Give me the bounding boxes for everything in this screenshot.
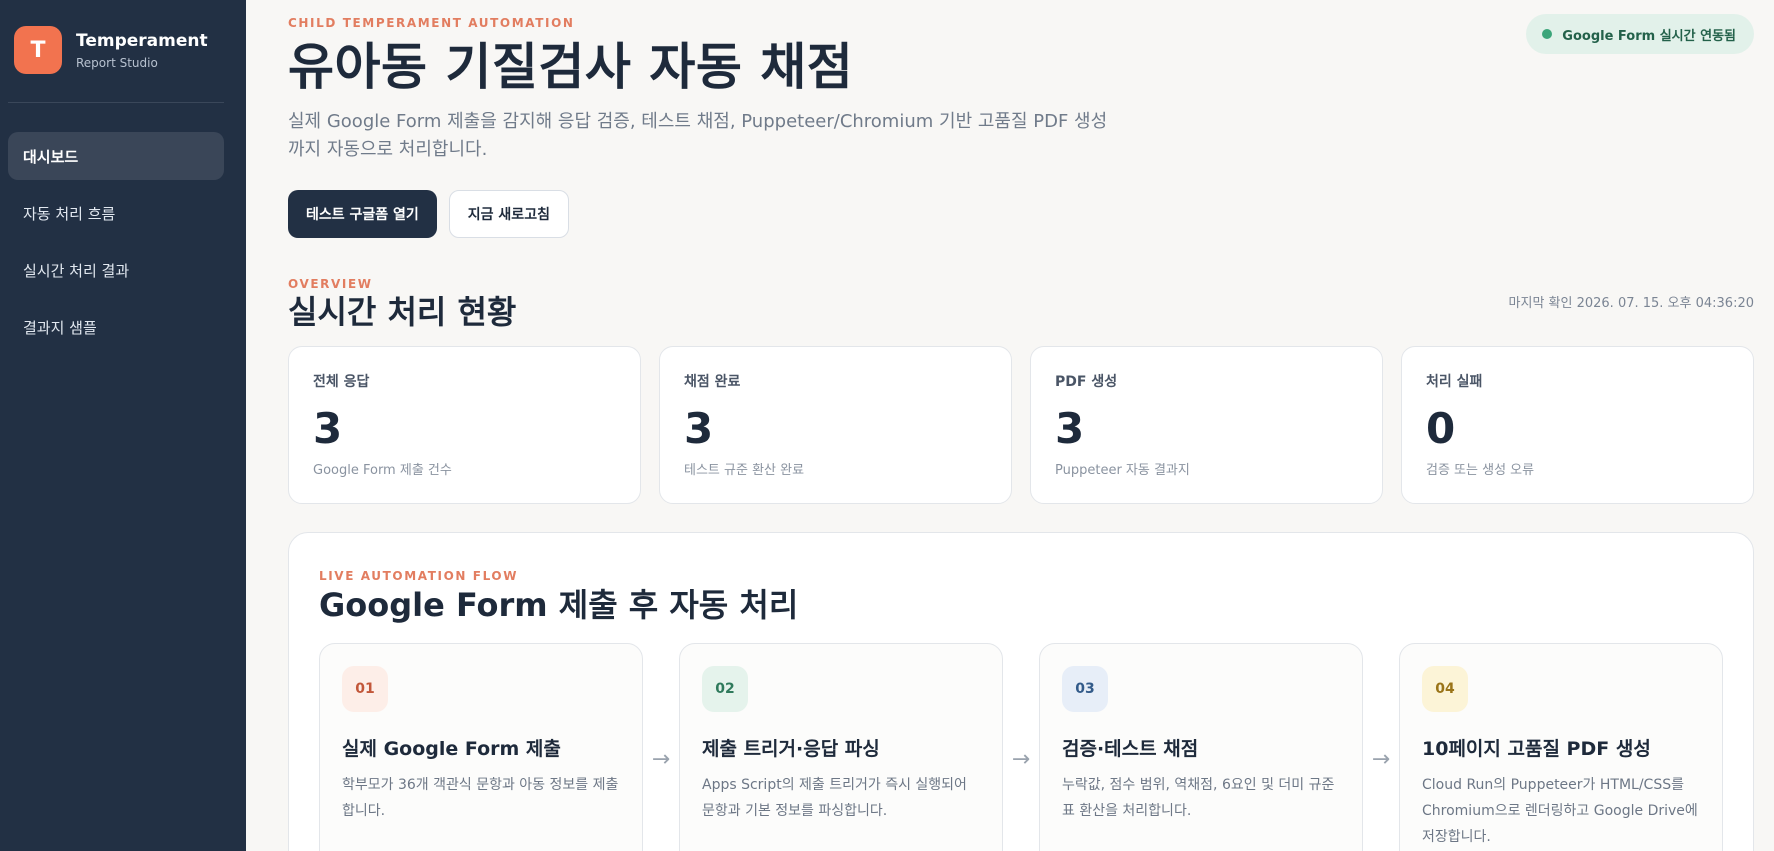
step-number: 02 — [702, 666, 748, 712]
status-badge-label: Google Form 실시간 연동됨 — [1562, 28, 1736, 44]
hero-description: 실제 Google Form 제출을 감지해 응답 검증, 테스트 채점, Pu… — [288, 111, 1108, 160]
flow-step-4: 04 10페이지 고품질 PDF 생성 Cloud Run의 Puppeteer… — [1399, 643, 1723, 851]
brand-text: Temperament Report Studio — [76, 30, 208, 70]
sidebar-item-dashboard[interactable]: 대시보드 — [8, 132, 224, 180]
step-number: 04 — [1422, 666, 1468, 712]
step-title: 검증·테스트 채점 — [1062, 738, 1199, 760]
page-title: 유아동 기질검사 자동 채점 — [288, 38, 854, 96]
overview-title: 실시간 처리 현황 — [288, 293, 517, 331]
open-test-form-button[interactable]: 테스트 구글폼 열기 — [288, 190, 437, 238]
hero-eyebrow: CHILD TEMPERAMENT AUTOMATION — [288, 16, 575, 30]
status-badge: Google Form 실시간 연동됨 — [1526, 14, 1754, 54]
sidebar-divider — [8, 102, 224, 103]
stat-label: 채점 완료 — [684, 374, 741, 390]
step-number: 01 — [342, 666, 388, 712]
flow-title: Google Form 제출 후 자동 처리 — [319, 586, 799, 624]
flow-step-2: 02 제출 트리거·응답 파싱 Apps Script의 제출 트리거가 즉시 … — [679, 643, 1003, 851]
brand-subtitle: Report Studio — [76, 56, 158, 70]
brand[interactable]: T Temperament Report Studio — [14, 26, 208, 74]
sidebar-nav: 대시보드 자동 처리 흐름 실시간 처리 결과 결과지 샘플 — [8, 132, 224, 360]
automation-flow-card: LIVE AUTOMATION FLOW Google Form 제출 후 자동… — [288, 532, 1754, 851]
arrow-right-icon: → — [1011, 747, 1031, 772]
step-title: 실제 Google Form 제출 — [342, 738, 561, 760]
brand-name: Temperament — [76, 31, 208, 51]
flow-step-1: 01 실제 Google Form 제출 학부모가 36개 객관식 문항과 아동… — [319, 643, 643, 851]
stat-caption: Google Form 제출 건수 — [313, 463, 452, 478]
stat-label: 전체 응답 — [313, 374, 370, 390]
stat-caption: 테스트 규준 환산 완료 — [684, 463, 805, 478]
stat-value: 0 — [1426, 404, 1456, 453]
stat-value: 3 — [1055, 404, 1085, 453]
step-description: 학부모가 36개 객관식 문항과 아동 정보를 제출합니다. — [342, 777, 619, 819]
sidebar-item-report-sample[interactable]: 결과지 샘플 — [8, 303, 224, 351]
stat-caption: 검증 또는 생성 오류 — [1426, 463, 1535, 478]
flow-eyebrow: LIVE AUTOMATION FLOW — [319, 569, 519, 583]
arrow-right-icon: → — [651, 747, 671, 772]
stat-label: 처리 실패 — [1426, 374, 1483, 390]
step-description: 누락값, 점수 범위, 역채점, 6요인 및 더미 규준표 환산을 처리합니다. — [1062, 777, 1335, 819]
stat-card-total: 전체 응답 3 Google Form 제출 건수 — [288, 346, 641, 504]
refresh-button[interactable]: 지금 새로고침 — [448, 190, 569, 238]
step-title: 제출 트리거·응답 파싱 — [702, 738, 880, 760]
live-dot-icon — [1542, 29, 1553, 39]
stat-card-scored: 채점 완료 3 테스트 규준 환산 완료 — [659, 346, 1012, 504]
stat-caption: Puppeteer 자동 결과지 — [1055, 463, 1190, 478]
stats-row: 전체 응답 3 Google Form 제출 건수 채점 완료 3 테스트 규준… — [288, 346, 1754, 504]
step-description: Apps Script의 제출 트리거가 즉시 실행되어 문항과 기본 정보를 … — [702, 777, 967, 819]
stat-card-pdf: PDF 생성 3 Puppeteer 자동 결과지 — [1030, 346, 1383, 504]
step-number: 03 — [1062, 666, 1108, 712]
sidebar-item-automation-flow[interactable]: 자동 처리 흐름 — [8, 189, 224, 237]
stat-value: 3 — [313, 404, 343, 453]
sidebar-item-live-results[interactable]: 실시간 처리 결과 — [8, 246, 224, 294]
last-checked-timestamp: 마지막 확인 2026. 07. 15. 오후 04:36:20 — [1508, 296, 1754, 311]
step-title: 10페이지 고품질 PDF 생성 — [1422, 738, 1651, 760]
arrow-right-icon: → — [1371, 747, 1391, 772]
step-description: Cloud Run의 Puppeteer가 HTML/CSS를 Chromium… — [1422, 777, 1698, 845]
hero-actions: 테스트 구글폼 열기 지금 새로고침 — [288, 190, 569, 238]
flow-step-3: 03 검증·테스트 채점 누락값, 점수 범위, 역채점, 6요인 및 더미 규… — [1039, 643, 1363, 851]
sidebar: T Temperament Report Studio 대시보드 자동 처리 흐… — [0, 0, 246, 851]
stat-label: PDF 생성 — [1055, 374, 1118, 390]
stat-value: 3 — [684, 404, 714, 453]
overview-eyebrow: OVERVIEW — [288, 277, 373, 291]
stat-card-failed: 처리 실패 0 검증 또는 생성 오류 — [1401, 346, 1754, 504]
flow-steps: 01 실제 Google Form 제출 학부모가 36개 객관식 문항과 아동… — [319, 643, 1723, 851]
brand-logo: T — [14, 26, 62, 74]
